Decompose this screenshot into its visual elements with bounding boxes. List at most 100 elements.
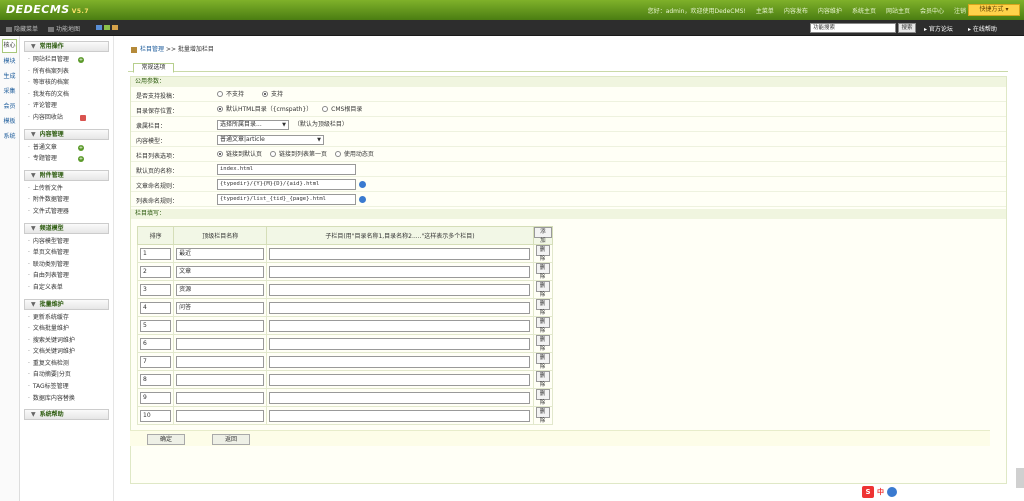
sidebar-group-header[interactable]: ▼ 常用操作 [24,41,109,52]
delete-row-button[interactable]: 删除 [535,245,550,262]
order-input[interactable]: 1 [140,247,171,260]
theme-color-swatch[interactable] [104,25,110,30]
top-category-input[interactable]: 问答 [176,301,265,314]
help-link[interactable]: ▸ 在线帮助 [968,24,997,33]
sidebar-item[interactable]: · 上传新文件 [20,183,113,195]
confirm-button[interactable]: 确定 [147,434,185,445]
radio-allow[interactable] [261,90,268,97]
top-category-input[interactable] [176,391,265,404]
sidebar-item[interactable]: · 评论管理 [20,100,113,112]
sidebar-item[interactable]: · 普通文章 + [20,142,113,154]
forum-link[interactable]: ▸ 官方论坛 [924,24,953,33]
sidebar-item[interactable]: · 所有档案列表 [20,66,113,78]
radio-dynamic-page[interactable] [334,150,341,157]
sidebar-item[interactable]: · 数据库内容替换 [20,393,113,405]
sidebar-item[interactable]: · 更新系统缓存 [20,312,113,324]
delete-row-button[interactable]: 删除 [535,353,550,370]
sub-category-input[interactable] [269,373,531,386]
sub-category-input[interactable] [269,265,531,278]
sidebar-item[interactable]: · 文档关键词维护 [20,346,113,358]
sidebar-item[interactable]: · 内容回收站 [20,112,113,124]
add-icon[interactable]: + [78,144,84,151]
sidebar-item[interactable]: · 自由列表管理 [20,270,113,282]
delete-row-button[interactable]: 删除 [535,317,550,334]
sub-category-input[interactable] [269,283,531,296]
sidebar-item[interactable]: · 自定义表单 [20,282,113,294]
vtab-item[interactable]: 生成 [2,71,17,83]
top-nav-item[interactable]: 会员中心 [920,6,944,15]
top-nav-item[interactable]: 内容维护 [818,6,842,15]
sidebar-item[interactable]: · 自动摘要|分页 [20,369,113,381]
sidebar-item[interactable]: · 联动类别管理 [20,259,113,271]
vtab-item[interactable]: 系统 [2,131,17,143]
delete-row-button[interactable]: 删除 [535,371,550,388]
sidebar-item[interactable]: · 单页文档管理 [20,247,113,259]
trash-icon[interactable] [80,114,86,121]
tab-common-options[interactable]: 常规选项 [133,63,174,73]
delete-row-button[interactable]: 删除 [535,407,550,424]
top-nav-item[interactable]: 网站主页 [886,6,910,15]
breadcrumb-link[interactable]: 栏目管理 [140,46,164,53]
sidebar-item[interactable]: · 网站栏目管理 + [20,54,113,66]
order-input[interactable]: 10 [140,409,171,422]
order-input[interactable]: 9 [140,391,171,404]
theme-color-swatch[interactable] [112,25,118,30]
function-map-button[interactable]: 功能地图 [48,24,80,33]
ime-logo-icon[interactable]: S [862,486,874,498]
sidebar-item[interactable]: · 重复文档检测 [20,358,113,370]
sidebar-item[interactable]: · 我发布的文档 [20,89,113,101]
sub-category-input[interactable] [269,391,531,404]
top-nav-item[interactable]: 注销 [954,6,966,15]
vtab-item[interactable]: 模块 [2,56,17,68]
ime-language[interactable]: 中 [877,486,884,498]
vtab-item[interactable]: 采集 [2,86,17,98]
top-category-input[interactable] [176,373,265,386]
top-category-input[interactable] [176,337,265,350]
quick-menu-button[interactable]: 快捷方式 ▾ [968,4,1020,16]
help-icon[interactable] [359,181,366,188]
delete-row-button[interactable]: 删除 [535,335,550,352]
top-nav-item[interactable]: 系统主页 [852,6,876,15]
back-button[interactable]: 返回 [212,434,250,445]
radio-cms-root[interactable] [322,105,329,112]
sidebar-group-header[interactable]: ▼ 内容管理 [24,128,109,140]
delete-row-button[interactable]: 删除 [535,389,550,406]
sidebar-item[interactable]: · 文档批量维护 [20,323,113,335]
scrollbar[interactable] [1016,468,1024,488]
list-rule-input[interactable]: {typedir}/list_{tid}_{page}.html [217,194,356,205]
top-nav-item[interactable]: 主菜单 [756,6,774,15]
user-icon[interactable] [887,487,897,497]
order-input[interactable]: 6 [140,337,171,350]
sub-category-input[interactable] [269,409,531,422]
parent-category-select[interactable]: 选择所属目录... ▼ [217,119,289,130]
top-category-input[interactable] [176,409,265,422]
add-icon[interactable]: + [78,156,84,163]
top-category-input[interactable]: 文章 [176,265,265,278]
radio-default-html-dir[interactable] [217,105,223,112]
top-category-input[interactable] [176,355,265,368]
vtab-item[interactable]: 模板 [2,116,17,128]
default-page-input[interactable]: index.html [217,164,356,175]
add-row-button[interactable]: 添加 [533,227,552,244]
delete-row-button[interactable]: 删除 [535,299,550,316]
radio-link-default-page[interactable] [217,150,223,157]
help-icon[interactable] [359,196,366,203]
radio-not-allow[interactable] [217,90,223,97]
order-input[interactable]: 2 [140,265,171,278]
top-category-input[interactable]: 最近 [176,247,265,260]
search-button[interactable]: 搜索 [898,23,916,33]
order-input[interactable]: 5 [140,319,171,332]
sidebar-item[interactable]: · TAG标签管理 [20,381,113,393]
sub-category-input[interactable] [269,319,531,332]
sidebar-group-header[interactable]: ▼ 附件管理 [24,169,109,181]
sub-category-input[interactable] [269,337,531,350]
radio-link-first-page[interactable] [269,150,276,157]
top-nav-item[interactable]: 内容发布 [784,6,808,15]
sidebar-item[interactable]: · 等审核的档案 [20,77,113,89]
sidebar-group-header[interactable]: ▼ 批量维护 [24,298,109,310]
order-input[interactable]: 4 [140,301,171,314]
delete-row-button[interactable]: 删除 [535,281,550,298]
order-input[interactable]: 7 [140,355,171,368]
sub-category-input[interactable] [269,355,531,368]
sidebar-item[interactable]: · 文件式管理器 [20,206,113,218]
